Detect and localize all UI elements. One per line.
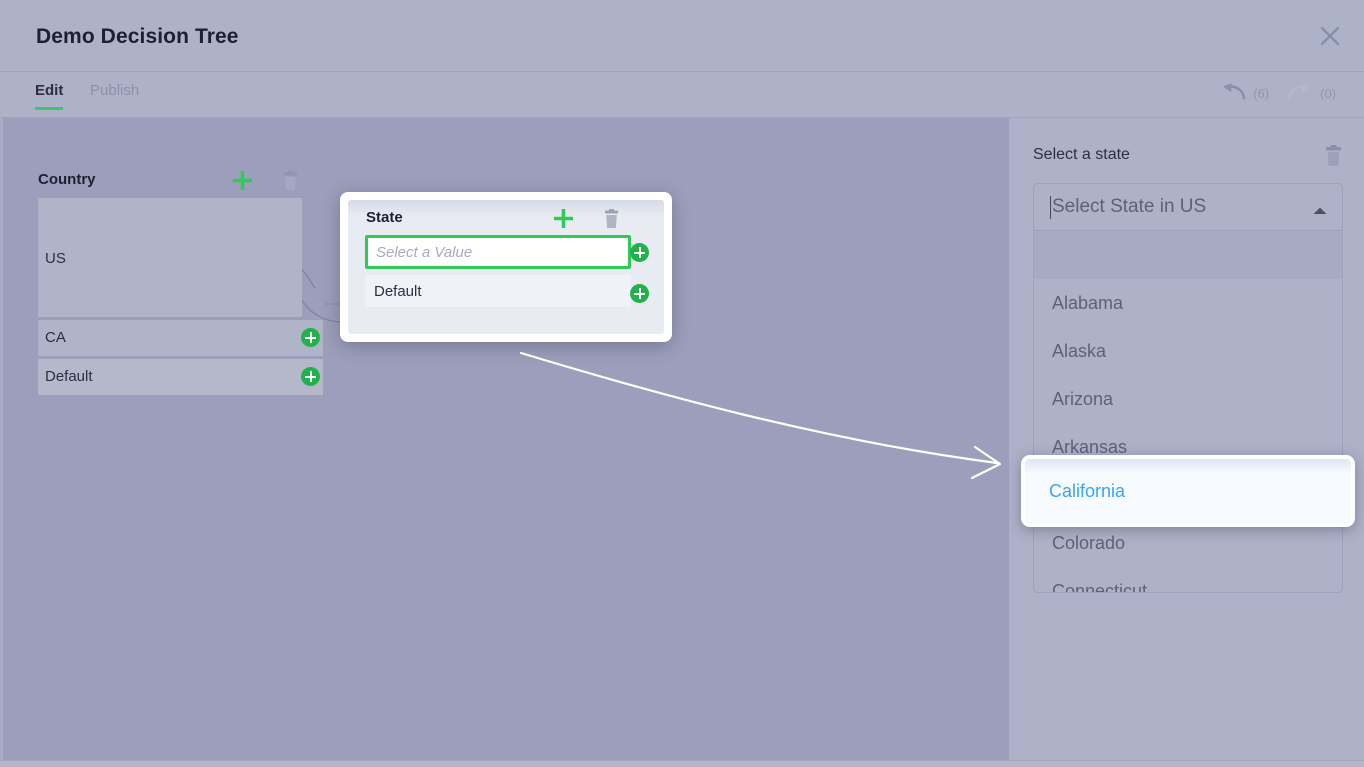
node-country-title: Country: [38, 171, 96, 188]
node-country-delete-icon[interactable]: [282, 171, 299, 196]
highlight-label[interactable]: California: [1025, 481, 1125, 502]
state-value-input[interactable]: Select a Value: [365, 235, 631, 269]
title-bar: Demo Decision Tree: [0, 0, 1364, 72]
row-label: Default: [374, 282, 422, 300]
node-state-delete-icon[interactable]: [603, 209, 620, 234]
redo-arrow-icon: [1287, 82, 1313, 105]
row-label: Default: [45, 368, 93, 385]
close-icon[interactable]: [1306, 12, 1354, 60]
tab-edit[interactable]: Edit: [35, 82, 64, 110]
redo-button[interactable]: (0): [1287, 82, 1336, 105]
state-dropdown[interactable]: Select State in US Alabama Alaska Arizon…: [1033, 183, 1343, 593]
row-label: CA: [45, 329, 66, 346]
state-value-placeholder: Select a Value: [376, 243, 473, 261]
highlight-target-california[interactable]: California: [1025, 459, 1351, 523]
row-add-child-button[interactable]: [301, 367, 320, 386]
page-title: Demo Decision Tree: [36, 25, 239, 48]
list-item[interactable]: Alabama: [1034, 279, 1342, 327]
tab-bar: Edit Publish: [0, 72, 1364, 118]
list-item[interactable]: Colorado: [1034, 519, 1342, 567]
list-item[interactable]: Arizona: [1034, 375, 1342, 423]
node-state: State Select a Value Default: [348, 200, 664, 334]
row-label: US: [45, 250, 66, 267]
node-state-add-icon[interactable]: [551, 206, 576, 236]
chevron-up-icon[interactable]: [1312, 203, 1328, 221]
undo-arrow-icon: [1220, 82, 1246, 105]
undo-count: (6): [1253, 86, 1270, 101]
row-add-child-button[interactable]: [630, 284, 649, 303]
node-country: Country US CA Default: [38, 168, 323, 395]
window-bottom-edge: [0, 760, 1364, 767]
node-country-add-icon[interactable]: [230, 168, 255, 198]
row-add-child-button[interactable]: [301, 328, 320, 347]
state-dropdown-header[interactable]: Select State in US: [1034, 184, 1342, 231]
table-row[interactable]: Default: [365, 275, 631, 307]
state-dropdown-value: Select State in US: [1052, 196, 1207, 217]
state-value-add-button[interactable]: [630, 243, 649, 262]
table-row[interactable]: Default: [38, 359, 323, 395]
redo-count: (0): [1320, 86, 1336, 101]
node-country-header: Country: [38, 168, 323, 198]
list-item[interactable]: Alaska: [1034, 327, 1342, 375]
table-row[interactable]: CA: [38, 320, 323, 356]
table-row[interactable]: US: [38, 198, 302, 317]
history-controls: (6) (0): [1220, 82, 1336, 105]
list-item[interactable]: [1034, 231, 1342, 279]
panel-title: Select a state: [1033, 146, 1130, 163]
node-state-title: State: [366, 209, 403, 226]
node-state-card: State Select a Value Default: [340, 192, 672, 342]
list-item[interactable]: Connecticut: [1034, 567, 1342, 593]
undo-button[interactable]: (6): [1220, 82, 1269, 105]
decision-tree-editor-window: Demo Decision Tree Edit Publish (6) (0) …: [0, 0, 1364, 767]
highlight-sheen: [1025, 459, 1351, 473]
tab-publish[interactable]: Publish: [90, 82, 139, 107]
state-selection-panel: Select a state Select State in US Alabam…: [1009, 118, 1364, 760]
panel-delete-icon[interactable]: [1324, 145, 1343, 172]
state-dropdown-options[interactable]: Alabama Alaska Arizona Arkansas Californ…: [1034, 231, 1342, 593]
tree-canvas[interactable]: Country US CA Default State Select a Val…: [0, 118, 1009, 760]
